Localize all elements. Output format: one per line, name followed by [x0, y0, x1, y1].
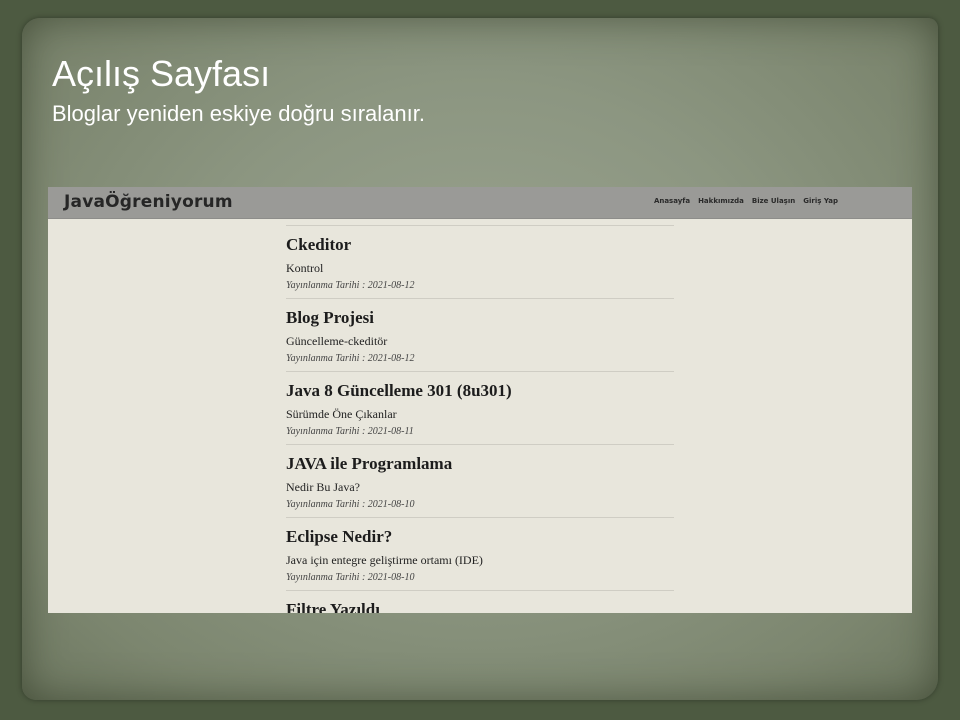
post-title[interactable]: JAVA ile Programlama — [286, 454, 674, 474]
nav-link-contact[interactable]: Bize Ulaşın — [752, 197, 795, 205]
slide-subtitle: Bloglar yeniden eskiye doğru sıralanır. — [52, 101, 425, 126]
nav-link-about[interactable]: Hakkımızda — [698, 197, 744, 205]
nav-links: Anasayfa Hakkımızda Bize Ulaşın Giriş Ya… — [654, 197, 838, 205]
website-screenshot: JavaÖğreniyorum Anasayfa Hakkımızda Bize… — [48, 187, 912, 613]
post-date: 2021-08-12 — [367, 353, 415, 364]
navbar: JavaÖğreniyorum Anasayfa Hakkımızda Bize… — [48, 187, 912, 219]
post-item[interactable]: JAVA ile Programlama Nedir Bu Java? Yayı… — [286, 445, 674, 518]
post-subtitle: Sürümde Öne Çıkanlar — [286, 407, 397, 421]
post-subtitle: Kontrol — [286, 261, 324, 275]
meta-label: Yayınlanma Tarihi : — [286, 426, 366, 437]
post-date: 2021-08-11 — [367, 426, 414, 437]
post-meta: Yayınlanma Tarihi : 2021-08-10 — [286, 499, 674, 511]
post-date: 2021-08-10 — [367, 499, 415, 510]
post-item[interactable]: Blog Projesi Güncelleme-ckeditör Yayınla… — [286, 299, 674, 372]
post-item[interactable]: Java 8 Güncelleme 301 (8u301) Sürümde Ön… — [286, 372, 674, 445]
divider — [286, 218, 674, 226]
post-item[interactable]: Filtre Yazıldı — [286, 591, 674, 613]
post-item[interactable]: Ckeditor Kontrol Yayınlanma Tarihi : 202… — [286, 226, 674, 299]
post-title[interactable]: Java 8 Güncelleme 301 (8u301) — [286, 381, 674, 401]
post-subtitle: Nedir Bu Java? — [286, 480, 360, 494]
post-title[interactable]: Eclipse Nedir? — [286, 527, 674, 547]
post-title[interactable]: Ckeditor — [286, 235, 674, 255]
post-meta: Yayınlanma Tarihi : 2021-08-12 — [286, 353, 674, 365]
post-title[interactable]: Filtre Yazıldı — [286, 600, 674, 613]
nav-link-login[interactable]: Giriş Yap — [803, 197, 838, 205]
post-meta: Yayınlanma Tarihi : 2021-08-10 — [286, 572, 674, 584]
post-subtitle: Güncelleme-ckeditör — [286, 334, 388, 348]
post-title[interactable]: Blog Projesi — [286, 308, 674, 328]
meta-label: Yayınlanma Tarihi : — [286, 572, 366, 583]
meta-label: Yayınlanma Tarihi : — [286, 280, 366, 291]
post-date: 2021-08-10 — [367, 572, 415, 583]
post-meta: Yayınlanma Tarihi : 2021-08-11 — [286, 426, 674, 438]
slide-title: Açılış Sayfası — [52, 53, 271, 94]
post-subtitle: Java için entegre geliştirme ortamı (IDE… — [286, 553, 483, 567]
nav-link-home[interactable]: Anasayfa — [654, 197, 690, 205]
post-item[interactable]: Eclipse Nedir? Java için entegre gelişti… — [286, 518, 674, 591]
post-list: Ckeditor Kontrol Yayınlanma Tarihi : 202… — [286, 218, 674, 613]
post-meta: Yayınlanma Tarihi : 2021-08-12 — [286, 280, 674, 292]
post-date: 2021-08-12 — [367, 280, 415, 291]
brand-logo[interactable]: JavaÖğreniyorum — [64, 192, 233, 212]
meta-label: Yayınlanma Tarihi : — [286, 499, 366, 510]
meta-label: Yayınlanma Tarihi : — [286, 353, 366, 364]
